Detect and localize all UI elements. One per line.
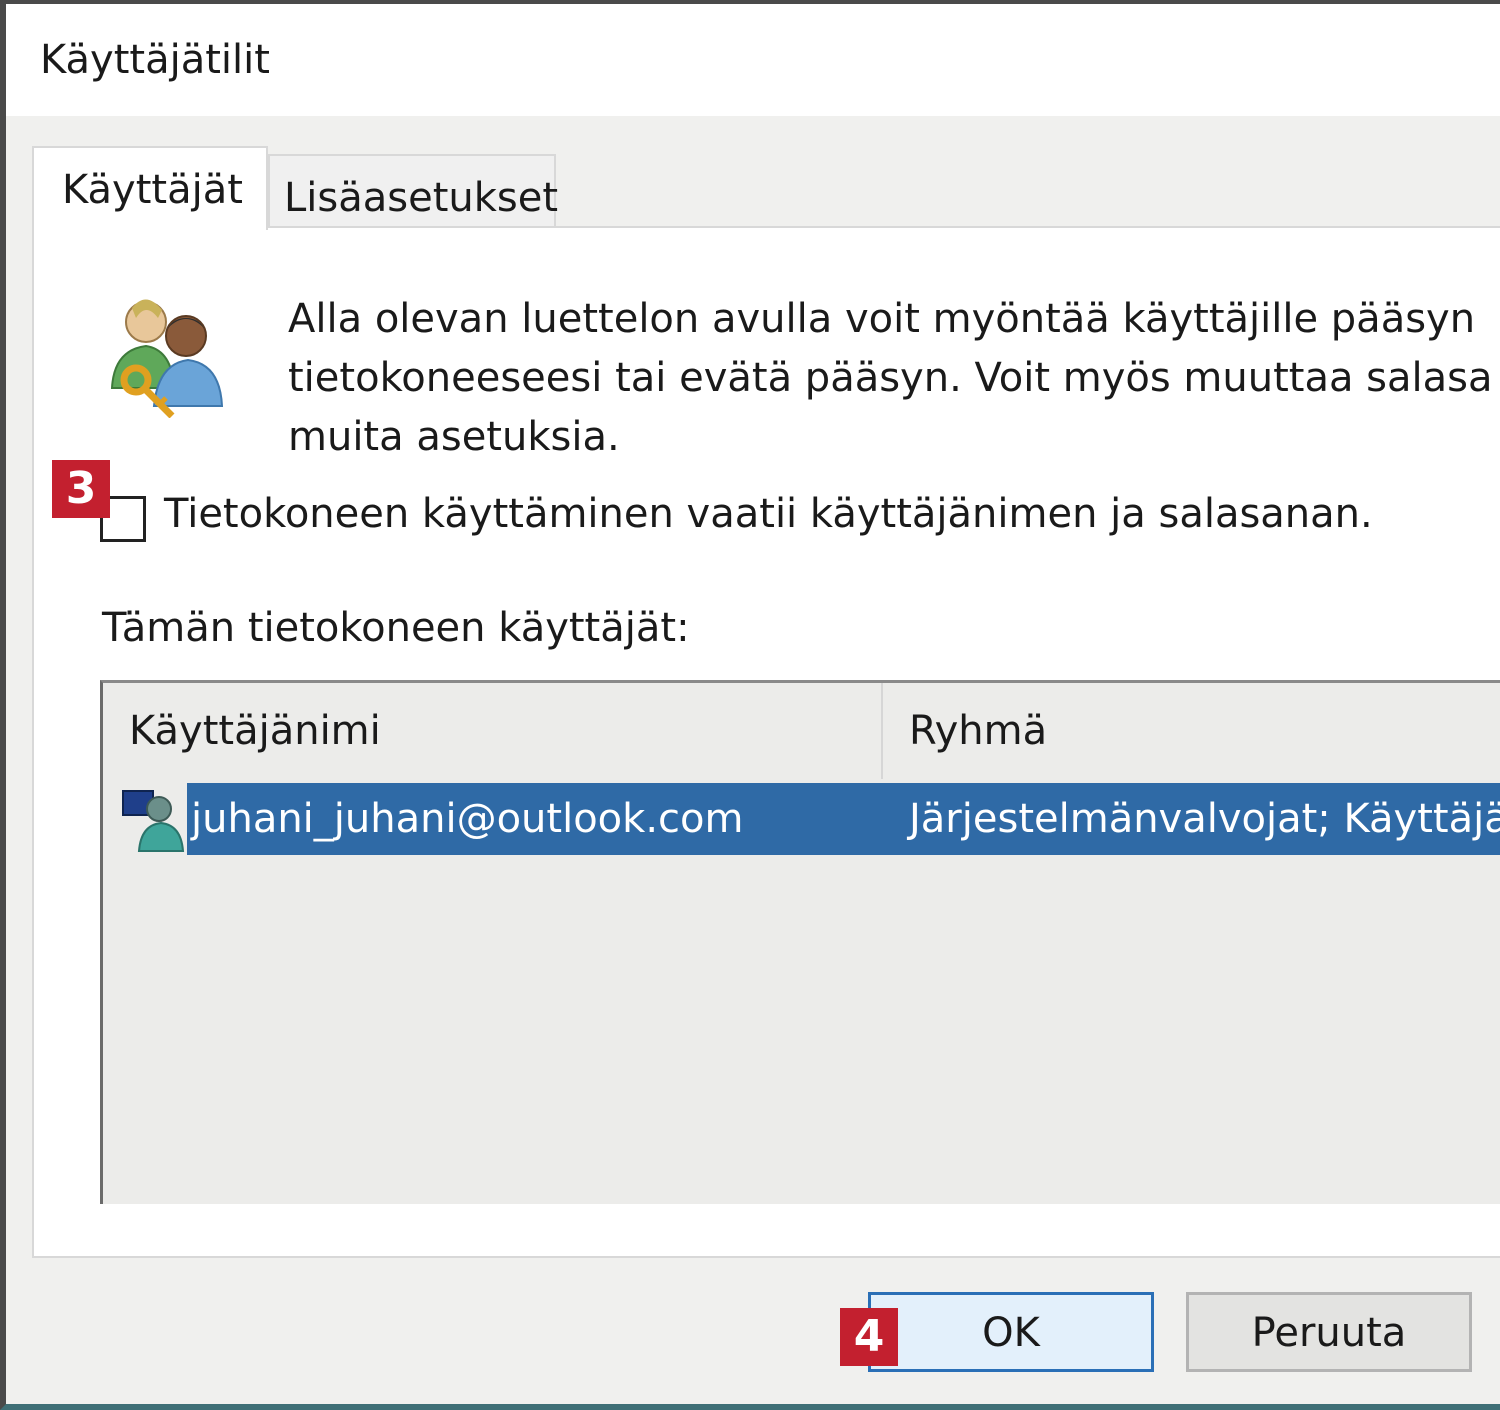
column-header-group[interactable]: Ryhmä (883, 683, 1500, 779)
user-accounts-dialog: Käyttäjätilit Käyttäjät Lisäasetukset Al… (0, 0, 1500, 1410)
users-list-label: Tämän tietokoneen käyttäjät: (102, 605, 690, 651)
intro-line: tietokoneeseesi tai evätä pääsyn. Voit m… (288, 355, 1493, 401)
tab-users[interactable]: Käyttäjät (32, 146, 268, 230)
users-tab-panel: Alla olevan luettelon avulla voit myöntä… (32, 226, 1500, 1258)
window-title: Käyttäjätilit (40, 37, 270, 83)
column-header-username[interactable]: Käyttäjänimi (103, 683, 883, 779)
tab-users-label: Käyttäjät (62, 167, 243, 213)
users-key-icon (110, 299, 224, 418)
ok-button[interactable]: OK (868, 1292, 1154, 1372)
require-login-label[interactable]: Tietokoneen käyttäminen vaatii käyttäjän… (164, 488, 1373, 540)
tab-advanced[interactable]: Lisäasetukset (268, 154, 559, 228)
intro-text: Alla olevan luettelon avulla voit myöntä… (288, 290, 1500, 467)
table-cell-username[interactable]: juhani_juhani@outlook.com (191, 783, 743, 855)
title-bar[interactable]: Käyttäjätilit (6, 4, 1500, 116)
users-list[interactable]: Käyttäjänimi Ryhmä juhani_juhani@outlook… (100, 680, 1500, 1204)
cancel-button[interactable]: Peruuta (1186, 1292, 1472, 1372)
table-cell-group[interactable]: Järjestelmänvalvojat; Käyttäjä (909, 783, 1500, 855)
step-marker-3: 3 (52, 460, 110, 518)
intro-line: Alla olevan luettelon avulla voit myöntä… (288, 296, 1476, 342)
step-marker-4: 4 (840, 1308, 898, 1366)
tab-advanced-label: Lisäasetukset (284, 175, 559, 221)
user-account-icon (122, 790, 185, 852)
intro-line: muita asetuksia. (288, 414, 620, 460)
